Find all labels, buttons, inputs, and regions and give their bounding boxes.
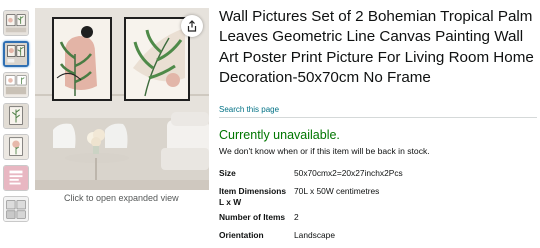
thumbnail-4[interactable] [3,103,29,129]
main-product-image[interactable] [35,8,209,190]
spec-key: Size [219,168,236,178]
spec-row-dimensions: Item Dimensions L x W 70L x 50W centimet… [219,186,537,212]
thumbnail-5[interactable] [3,134,29,160]
spec-key: Orientation [219,230,264,240]
thumbnail-6[interactable] [3,165,29,191]
thumbnail-7[interactable] [3,196,29,222]
availability-note: We don't know when or if this item will … [219,146,430,156]
product-specs: Size 50x70cmx2=20x27inchx2Pcs Item Dimen… [219,168,537,248]
share-button[interactable] [181,15,203,37]
divider [219,117,537,118]
spec-value: 70L x 50W centimetres [294,186,380,196]
spec-key: Number of Items [219,212,286,222]
thumbnail-3[interactable] [3,72,29,98]
thumbnail-2[interactable] [3,41,29,67]
spec-value: Landscape [294,230,335,240]
availability-status: Currently unavailable. [219,128,340,142]
expand-hint: Click to open expanded view [64,193,179,203]
product-title: Wall Pictures Set of 2 Bohemian Tropical… [219,8,534,86]
thumbnail-list [3,10,33,227]
search-page-link[interactable]: Search this page [219,105,279,114]
spec-row-orientation: Orientation Landscape [219,230,537,248]
spec-value: 50x70cmx2=20x27inchx2Pcs [294,168,403,178]
spec-row-number-of-items: Number of Items 2 [219,212,537,230]
spec-row-size: Size 50x70cmx2=20x27inchx2Pcs [219,168,537,186]
spec-key: Item Dimensions L x W [219,186,287,207]
thumbnail-1[interactable] [3,10,29,36]
spec-value: 2 [294,212,299,222]
share-icon [187,20,197,32]
